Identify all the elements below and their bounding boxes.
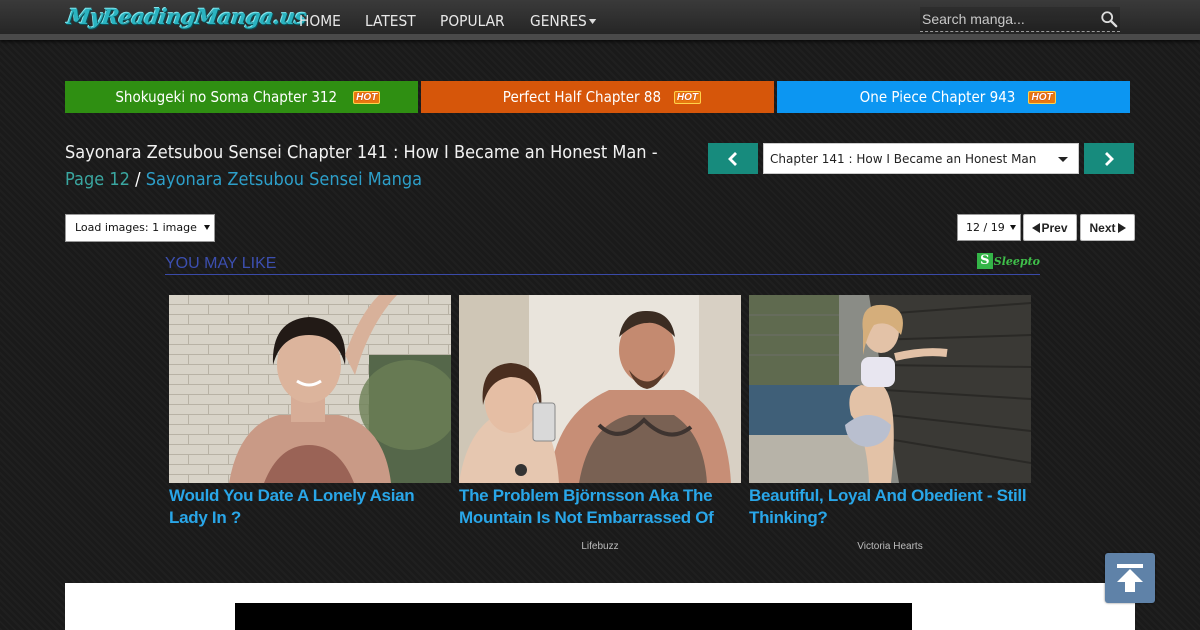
chevron-right-icon xyxy=(1105,151,1114,166)
ad-card-source[interactable]: Lifebuzz xyxy=(459,541,741,552)
manga-page-image[interactable] xyxy=(235,603,912,630)
ad-card-image[interactable] xyxy=(169,295,451,483)
ad-card-3[interactable]: Beautiful, Loyal And Obedient - Still Th… xyxy=(749,295,1031,552)
nav-latest-label: LATEST xyxy=(364,12,416,30)
arrow-up-icon xyxy=(1117,564,1143,592)
page-select[interactable]: 12 / 19 xyxy=(957,214,1021,241)
nav-popular-label: POPULAR xyxy=(439,12,505,30)
chapter-title-text: Sayonara Zetsubou Sensei Chapter 141 : H… xyxy=(65,142,658,163)
caret-down-icon xyxy=(1010,225,1016,230)
nav-genres[interactable]: GENRES xyxy=(530,0,596,40)
search-box xyxy=(920,7,1120,32)
hot-link-perfect-half[interactable]: Perfect Half Chapter 88 HOT xyxy=(421,81,774,113)
chapter-select-value: Chapter 141 : How I Became an Honest Man xyxy=(770,151,1037,166)
chapter-title: Sayonara Zetsubou Sensei Chapter 141 : H… xyxy=(65,140,685,194)
ad-card-2[interactable]: The Problem Björnsson Aka The Mountain I… xyxy=(459,295,741,552)
nav-genres-label: GENRES xyxy=(529,12,587,30)
hot-badge: HOT xyxy=(353,90,381,104)
caret-down-icon xyxy=(1058,157,1068,162)
sponsor-logo-mark: S xyxy=(976,253,993,269)
ad-photo xyxy=(459,295,741,483)
hot-badge: HOT xyxy=(673,90,701,104)
top-navbar: MyReadingManga.us HOME LATEST POPULAR GE… xyxy=(0,0,1200,40)
triangle-left-icon xyxy=(1032,222,1041,233)
hot-link-label: Shokugeki no Soma Chapter 312 xyxy=(115,88,337,106)
chapter-select[interactable]: Chapter 141 : How I Became an Honest Man xyxy=(763,143,1079,174)
sponsor-name: Sleepto xyxy=(993,254,1040,268)
nav-popular[interactable]: POPULAR xyxy=(440,0,505,40)
main-nav: HOME LATEST POPULAR GENRES xyxy=(299,0,622,40)
caret-down-icon xyxy=(204,225,210,230)
ad-card-image[interactable] xyxy=(459,295,741,483)
ad-photo xyxy=(169,295,451,483)
nav-home[interactable]: HOME xyxy=(299,0,341,40)
ad-card-caption[interactable]: Beautiful, Loyal And Obedient - Still Th… xyxy=(749,485,1031,529)
ad-card-caption[interactable]: The Problem Björnsson Aka The Mountain I… xyxy=(459,485,741,529)
caret-down-icon xyxy=(588,19,596,24)
hot-link-label: One Piece Chapter 943 xyxy=(860,88,1016,106)
back-to-top-button[interactable] xyxy=(1105,553,1155,603)
hot-link-one-piece[interactable]: One Piece Chapter 943 HOT xyxy=(777,81,1130,113)
hot-badge: HOT xyxy=(1028,90,1056,104)
hot-link-label: Perfect Half Chapter 88 xyxy=(502,88,662,106)
manga-page-container xyxy=(65,583,1135,630)
page-link[interactable]: Page 12 xyxy=(65,169,130,190)
chapter-navigation: Chapter 141 : How I Became an Honest Man xyxy=(708,143,1134,174)
next-page-button[interactable]: Next xyxy=(1080,214,1135,241)
hot-link-shokugeki[interactable]: Shokugeki no Soma Chapter 312 HOT xyxy=(65,81,418,113)
ad-photo xyxy=(749,295,1031,483)
triangle-right-icon xyxy=(1117,222,1126,233)
next-chapter-button[interactable] xyxy=(1084,143,1134,174)
prev-page-button[interactable]: Prev xyxy=(1023,214,1077,241)
title-separator: / xyxy=(135,169,141,190)
nav-latest[interactable]: LATEST xyxy=(365,0,416,40)
search-input[interactable] xyxy=(920,7,1095,31)
nav-home-label: HOME xyxy=(299,12,341,30)
sponsor-logo[interactable]: S Sleepto xyxy=(976,253,1040,269)
hot-chapters-row: Shokugeki no Soma Chapter 312 HOT Perfec… xyxy=(65,81,1130,113)
next-page-label: Next xyxy=(1089,220,1116,235)
load-images-value: Load images: 1 image xyxy=(75,221,197,234)
ad-card-1[interactable]: Would You Date A Lonely Asian Lady In ? xyxy=(169,295,451,529)
chapter-title-links: Page 12 / Sayonara Zetsubou Sensei Manga xyxy=(65,166,623,194)
prev-chapter-button[interactable] xyxy=(708,143,758,174)
ad-card-caption[interactable]: Would You Date A Lonely Asian Lady In ? xyxy=(169,485,451,529)
ad-card-source[interactable]: Victoria Hearts xyxy=(749,541,1031,552)
you-may-like-header: YOU MAY LIKE S Sleepto xyxy=(165,253,1040,275)
ad-card-image[interactable] xyxy=(749,295,1031,483)
search-icon[interactable] xyxy=(1100,10,1118,28)
site-logo[interactable]: MyReadingManga.us xyxy=(65,4,308,34)
load-images-select[interactable]: Load images: 1 image xyxy=(65,214,215,242)
chevron-left-icon xyxy=(728,151,737,166)
prev-page-label: Prev xyxy=(1041,220,1068,235)
you-may-like-title: YOU MAY LIKE xyxy=(165,255,277,272)
page-select-value: 12 / 19 xyxy=(966,221,1005,234)
manga-link[interactable]: Sayonara Zetsubou Sensei Manga xyxy=(146,169,422,190)
